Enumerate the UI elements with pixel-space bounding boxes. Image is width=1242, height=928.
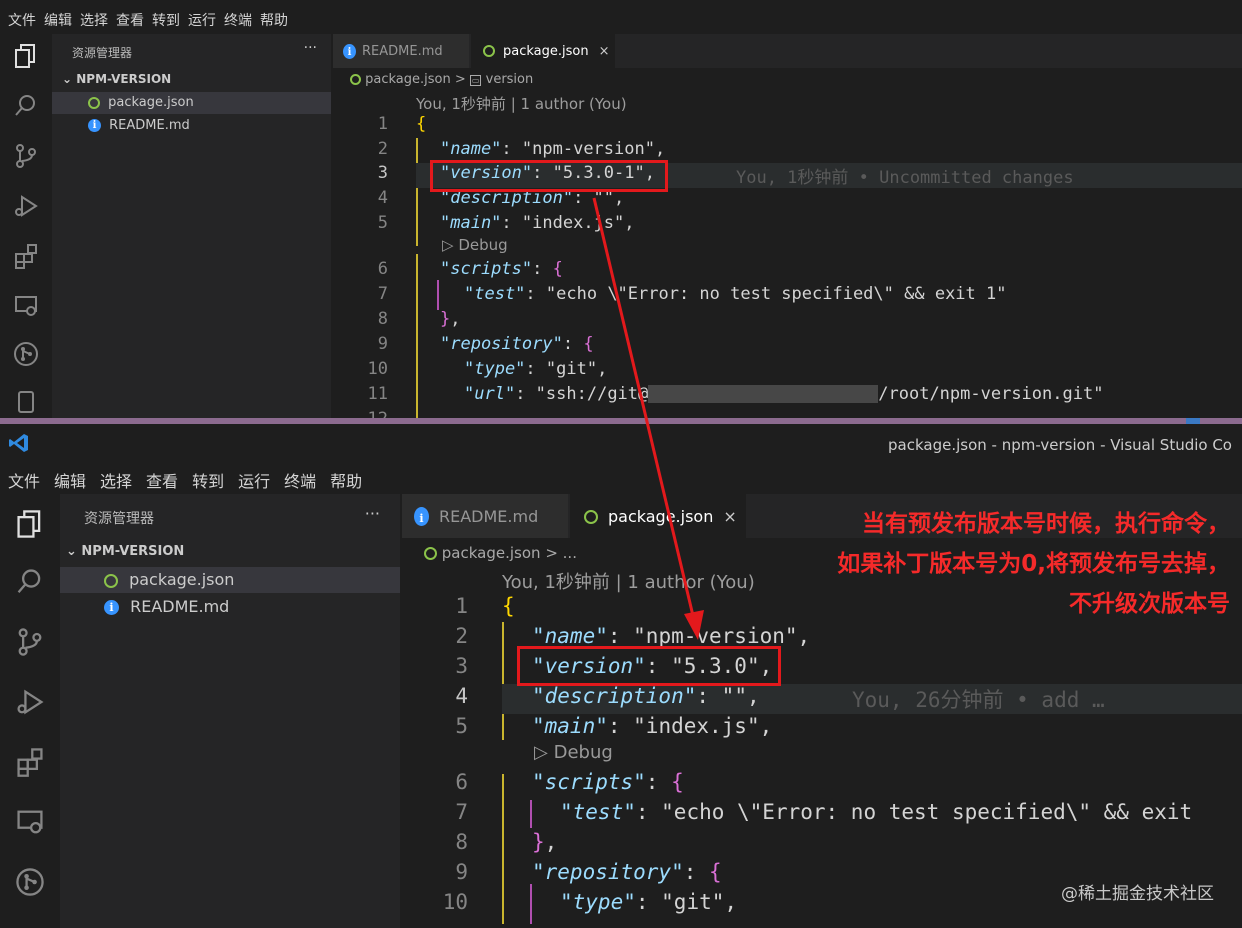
remote-explorer-icon[interactable] — [12, 292, 40, 320]
menu-go[interactable]: 转到 — [192, 468, 224, 494]
menu-view[interactable]: 查看 — [146, 468, 178, 494]
menu-file[interactable]: 文件 — [8, 10, 36, 34]
file-package-json[interactable]: package.json — [52, 92, 331, 114]
breadcrumb-more[interactable]: > ... — [545, 544, 577, 562]
inline-git-blame: You, 1秒钟前 • Uncommitted changes — [736, 168, 1074, 188]
tab-readme[interactable]: i README.md — [402, 494, 568, 538]
git-graph-icon[interactable] — [14, 866, 46, 898]
chevron-down-icon: ⌄ — [66, 544, 82, 559]
annotation-note: 当有预发布版本号时候，执行命令， 如果补丁版本号为0,将预发布号去掉， 不升级次… — [837, 511, 1230, 617]
menu-selection[interactable]: 选择 — [100, 468, 132, 494]
info-file-icon: i — [343, 43, 356, 59]
menu-run[interactable]: 运行 — [188, 10, 216, 34]
debug-codelens[interactable]: ▷ Debug — [442, 236, 508, 254]
info-file-icon: i — [414, 506, 429, 526]
menu-help[interactable]: 帮助 — [330, 468, 362, 494]
close-icon[interactable]: × — [723, 507, 736, 526]
breadcrumb-symbol[interactable]: version — [486, 72, 534, 87]
play-icon: ▷ — [534, 742, 554, 763]
breadcrumb-file[interactable]: package.json — [365, 72, 451, 87]
highlight-box-prerelease-version — [430, 160, 668, 192]
git-blame-header[interactable]: You, 1秒钟前 | 1 author (You) — [502, 568, 755, 594]
editor-tabs: i README.md package.json × — [333, 34, 1242, 68]
more-actions-button[interactable]: ··· — [365, 504, 380, 523]
debug-codelens[interactable]: ▷ Debug — [534, 742, 613, 763]
tab-package-json[interactable]: package.json × — [471, 34, 615, 68]
json-file-icon — [483, 45, 495, 57]
menu-terminal[interactable]: 终端 — [224, 10, 252, 34]
run-debug-icon[interactable] — [14, 686, 46, 718]
explorer-title: 资源管理器 — [84, 511, 154, 527]
breadcrumb: package.json > ... — [424, 544, 577, 562]
menu-help[interactable]: 帮助 — [260, 10, 288, 34]
git-blame-header[interactable]: You, 1秒钟前 | 1 author (You) — [416, 93, 627, 114]
notebook-icon[interactable] — [12, 388, 40, 416]
activity-bar — [0, 34, 50, 418]
explorer-icon[interactable] — [14, 508, 46, 540]
search-icon[interactable] — [14, 566, 46, 598]
search-icon[interactable] — [12, 92, 40, 120]
json-file-icon — [104, 573, 118, 588]
file-readme-md[interactable]: i README.md — [60, 594, 400, 620]
top-screenshot: 文件 编辑 选择 查看 转到 运行 终端 帮助 资源管理器 ··· ⌄ NPM-… — [0, 0, 1242, 418]
file-package-json[interactable]: package.json — [60, 567, 400, 593]
menu-view[interactable]: 查看 — [116, 10, 144, 34]
play-icon: ▷ — [442, 236, 459, 254]
explorer-sidebar: 资源管理器 ··· ⌄ NPM-VERSION package.json i R… — [52, 34, 331, 418]
source-control-icon[interactable] — [12, 142, 40, 170]
highlight-box-release-version — [517, 646, 781, 686]
code-editor[interactable]: 1{ 2 "name": "npm-version", 3 "version": "… — [402, 594, 1242, 928]
extensions-icon[interactable] — [12, 242, 40, 270]
extensions-icon[interactable] — [14, 746, 46, 778]
git-graph-icon[interactable] — [12, 340, 40, 368]
inline-git-blame: You, 26分钟前 • add … — [852, 688, 1105, 712]
close-icon[interactable]: × — [599, 44, 610, 59]
explorer-title: 资源管理器 — [72, 46, 133, 60]
json-file-icon — [584, 510, 598, 524]
menu-run[interactable]: 运行 — [238, 468, 270, 494]
info-file-icon: i — [104, 600, 119, 615]
menu-selection[interactable]: 选择 — [80, 10, 108, 34]
explorer-icon[interactable] — [12, 42, 40, 70]
run-debug-icon[interactable] — [12, 192, 40, 220]
remote-explorer-icon[interactable] — [14, 806, 46, 838]
breadcrumb-file[interactable]: package.json — [442, 544, 541, 562]
info-file-icon: i — [88, 119, 101, 132]
redacted-host — [648, 385, 879, 403]
tab-readme[interactable]: i README.md — [333, 34, 469, 68]
menu-file[interactable]: 文件 — [8, 468, 40, 494]
chevron-down-icon: ⌄ — [62, 72, 77, 86]
file-readme-md[interactable]: i README.md — [52, 115, 331, 137]
menu-bar: 文件 编辑 选择 查看 转到 运行 终端 帮助 — [0, 0, 1242, 34]
folder-npm-version[interactable]: ⌄ NPM-VERSION — [66, 544, 184, 559]
json-file-icon — [88, 96, 100, 109]
vscode-logo-icon — [9, 434, 28, 452]
json-file-icon — [424, 547, 437, 560]
json-file-icon — [350, 74, 361, 85]
tab-package-json[interactable]: package.json × — [570, 494, 746, 538]
symbol-icon: ▭ — [469, 75, 482, 86]
source-control-icon[interactable] — [14, 626, 46, 658]
activity-bar — [0, 494, 58, 928]
title-bar: package.json - npm-version - Visual Stud… — [0, 424, 1242, 462]
menu-edit[interactable]: 编辑 — [44, 10, 72, 34]
explorer-sidebar: 资源管理器 ··· ⌄ NPM-VERSION package.json i R… — [60, 494, 400, 928]
menu-edit[interactable]: 编辑 — [54, 468, 86, 494]
breadcrumb: package.json > ▭ version — [350, 72, 533, 87]
menu-bar: 文件 编辑 选择 查看 转到 运行 终端 帮助 — [0, 462, 1242, 494]
folder-npm-version[interactable]: ⌄ NPM-VERSION — [62, 72, 171, 86]
more-actions-button[interactable]: ··· — [304, 40, 317, 56]
bottom-screenshot: package.json - npm-version - Visual Stud… — [0, 424, 1242, 928]
watermark: @稀土掘金技术社区 — [1061, 884, 1214, 904]
menu-go[interactable]: 转到 — [152, 10, 180, 34]
menu-terminal[interactable]: 终端 — [284, 468, 316, 494]
window-title: package.json - npm-version - Visual Stud… — [888, 436, 1232, 454]
